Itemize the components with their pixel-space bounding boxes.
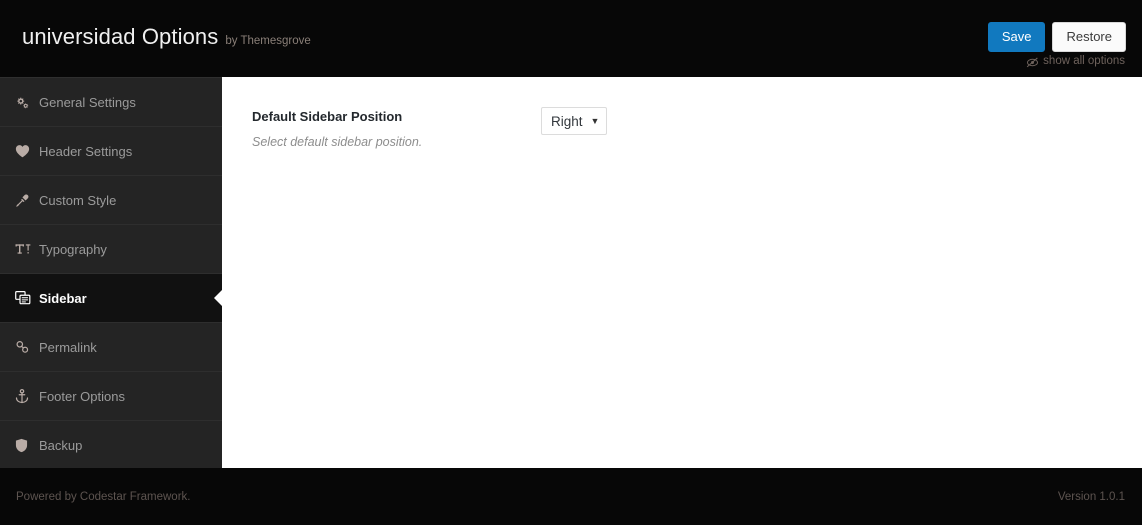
field-default-sidebar-position: Default Sidebar Position Select default … xyxy=(252,107,1112,149)
shield-icon xyxy=(15,438,37,453)
field-title: Default Sidebar Position xyxy=(252,109,403,124)
sidebar-item-custom-style[interactable]: Custom Style xyxy=(0,176,222,225)
panel-body: General Settings Header Settings Custom … xyxy=(0,77,1142,470)
sidebar-item-label: Typography xyxy=(39,241,107,257)
options-panel: universidad Options by Themesgrove Save … xyxy=(0,0,1142,525)
sidebar-item-label: Custom Style xyxy=(39,192,117,208)
sidebar-item-sidebar[interactable]: Sidebar xyxy=(0,274,222,323)
link-icon xyxy=(15,340,37,354)
sidebar-item-header-settings[interactable]: Header Settings xyxy=(0,127,222,176)
eyedropper-icon xyxy=(15,193,37,208)
restore-button[interactable]: Restore xyxy=(1052,22,1126,52)
page-footer: Powered by Codestar Framework. Version 1… xyxy=(0,468,1142,525)
page-header: universidad Options by Themesgrove Save … xyxy=(0,0,1142,77)
settings-sidebar: General Settings Header Settings Custom … xyxy=(0,77,222,470)
footer-powered-by: Powered by Codestar Framework. xyxy=(16,491,191,503)
sidebar-item-label: Backup xyxy=(39,437,83,453)
sidebar-item-label: General Settings xyxy=(39,94,136,110)
footer-version: Version 1.0.1 xyxy=(1057,491,1125,503)
sidebar-position-select[interactable]: Right ▼ xyxy=(541,107,608,135)
active-indicator-arrow-icon xyxy=(214,290,222,306)
sidebar-item-footer-options[interactable]: Footer Options xyxy=(0,372,222,421)
header-actions: Save Restore xyxy=(987,22,1126,52)
page-title: universidad Options xyxy=(22,24,219,49)
field-description: Select default sidebar position. xyxy=(252,135,423,149)
text-height-icon xyxy=(15,242,37,256)
anchor-icon xyxy=(15,388,37,404)
sidebar-item-typography[interactable]: Typography xyxy=(0,225,222,274)
field-control: Right ▼ xyxy=(541,107,608,135)
eye-slash-icon xyxy=(1026,57,1039,68)
cogs-icon xyxy=(15,96,37,109)
sidebar-position-select-value: Right xyxy=(551,113,583,129)
page-byline: by Themesgrove xyxy=(225,35,311,47)
heart-icon xyxy=(15,144,37,158)
sidebar-item-permalink[interactable]: Permalink xyxy=(0,323,222,372)
sidebar-item-label: Sidebar xyxy=(39,290,87,306)
clone-icon xyxy=(15,291,37,305)
save-button[interactable]: Save xyxy=(987,22,1046,52)
sidebar-item-label: Header Settings xyxy=(39,143,133,159)
sidebar-item-label: Footer Options xyxy=(39,388,125,404)
settings-content: Default Sidebar Position Select default … xyxy=(222,77,1142,468)
header-title-group: universidad Options by Themesgrove xyxy=(22,24,311,50)
chevron-down-icon: ▼ xyxy=(590,115,600,126)
field-labels: Default Sidebar Position Select default … xyxy=(252,107,512,149)
show-all-options-link[interactable]: show all options xyxy=(1026,55,1125,67)
show-all-options-label: show all options xyxy=(1043,55,1125,67)
sidebar-item-label: Permalink xyxy=(39,339,97,355)
sidebar-item-backup[interactable]: Backup xyxy=(0,421,222,470)
sidebar-item-general-settings[interactable]: General Settings xyxy=(0,78,222,127)
